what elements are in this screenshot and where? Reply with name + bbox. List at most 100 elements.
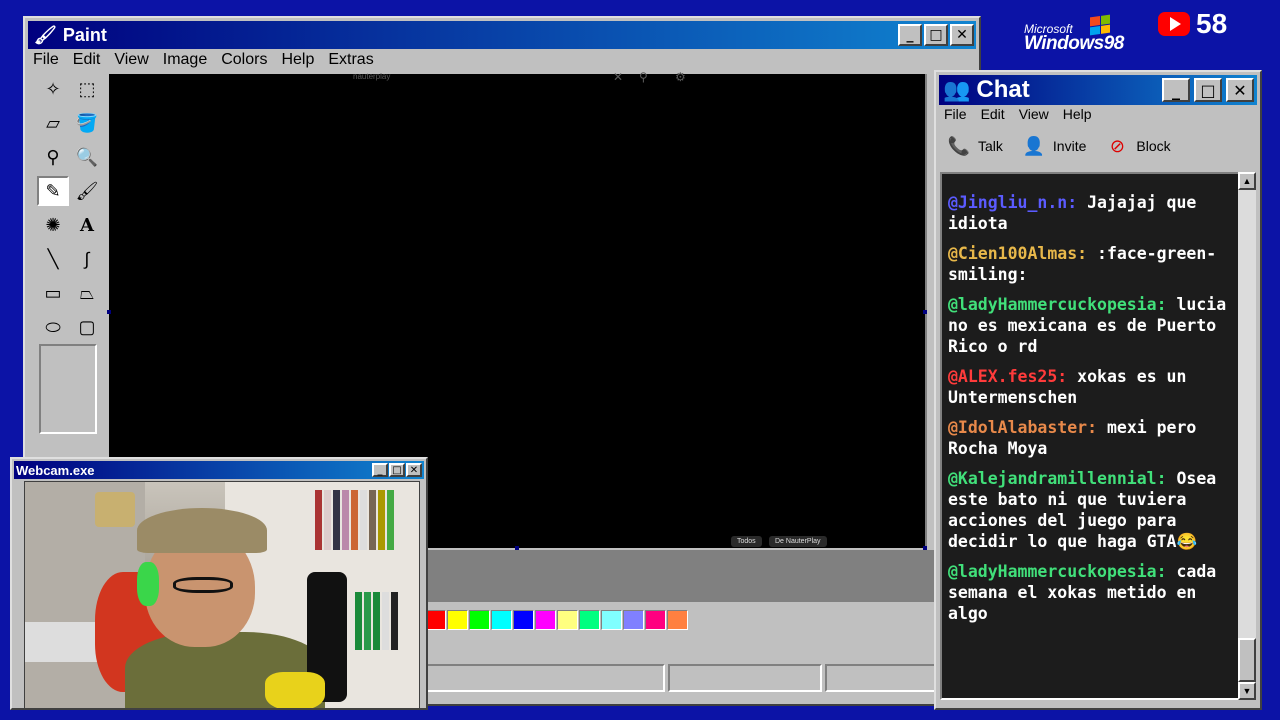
status-cell <box>825 664 937 692</box>
palette-swatch[interactable] <box>535 610 556 630</box>
line-icon[interactable]: ╲ <box>37 244 69 274</box>
invite-button[interactable]: 👤 Invite <box>1021 134 1087 158</box>
tool-options-box[interactable] <box>39 344 97 434</box>
webcam-feed <box>24 481 420 709</box>
menu-file[interactable]: File <box>944 106 967 122</box>
chat-window: 👥 Chat _ □ ✕ File Edit View Help 📞 Talk … <box>934 70 1262 710</box>
chat-username: @Cien100Almas: <box>948 244 1088 263</box>
maximize-button[interactable]: □ <box>924 24 948 46</box>
palette-swatch[interactable] <box>623 610 644 630</box>
pencil-icon[interactable]: ✎ <box>37 176 69 206</box>
palette-swatch[interactable] <box>425 610 446 630</box>
windows98-text: Windows98 <box>1024 33 1124 54</box>
chat-app-icon: 👥 <box>943 77 971 102</box>
palette-swatch[interactable] <box>667 610 688 630</box>
menu-view[interactable]: View <box>114 51 148 69</box>
palette-swatch[interactable] <box>645 610 666 630</box>
menu-image[interactable]: Image <box>163 51 207 69</box>
ellipse-icon[interactable]: ⬭ <box>37 312 69 342</box>
person-cap <box>137 508 267 553</box>
palette-swatch[interactable] <box>513 610 534 630</box>
palette-swatch[interactable] <box>601 610 622 630</box>
chat-log[interactable]: @Jingliu_n.n: Jajajaj que idiota @Cien10… <box>940 172 1244 700</box>
menu-help[interactable]: Help <box>1063 106 1092 122</box>
chat-titlebar[interactable]: 👥 Chat _ □ ✕ <box>939 75 1257 105</box>
menu-file[interactable]: File <box>33 51 59 69</box>
scroll-up-button[interactable]: ▲ <box>1238 172 1256 190</box>
chat-message: @Kalejandramillennial: Osea este bato ni… <box>948 468 1236 552</box>
menu-colors[interactable]: Colors <box>221 51 267 69</box>
rounded-rect-icon[interactable]: ▢ <box>71 312 103 342</box>
block-label: Block <box>1136 138 1171 154</box>
resize-handle[interactable] <box>107 310 111 314</box>
close-button[interactable]: ✕ <box>950 24 974 46</box>
block-button[interactable]: ⊘ Block <box>1104 134 1171 158</box>
palette-swatch[interactable] <box>491 610 512 630</box>
airbrush-icon[interactable]: ✺ <box>37 210 69 240</box>
palette-swatch[interactable] <box>447 610 468 630</box>
close-icon: ✕ <box>613 70 624 84</box>
minimize-button[interactable]: _ <box>372 463 388 477</box>
minimize-button[interactable]: _ <box>898 24 922 46</box>
palette-swatch[interactable] <box>469 610 490 630</box>
close-button[interactable]: ✕ <box>1226 78 1254 102</box>
talk-button[interactable]: 📞 Talk <box>946 134 1003 158</box>
fill-bucket-icon[interactable]: 🪣 <box>71 108 103 138</box>
scroll-thumb[interactable] <box>1238 638 1256 682</box>
chat-toolbar: 📞 Talk 👤 Invite ⊘ Block <box>946 134 1171 158</box>
paint-titlebar[interactable]: 🖌 Paint _ □ ✕ <box>28 21 976 49</box>
rectangle-icon[interactable]: ▭ <box>37 278 69 308</box>
free-select-icon[interactable]: ✧ <box>37 74 69 104</box>
chat-message: @IdolAlabaster: mexi pero Rocha Moya <box>948 417 1236 459</box>
maximize-button[interactable]: □ <box>389 463 405 477</box>
menu-edit[interactable]: Edit <box>73 51 101 69</box>
talk-icon: 📞 <box>947 135 971 156</box>
youtube-viewer-count: 58 <box>1196 8 1228 39</box>
magnifier-icon[interactable]: 🔍 <box>71 142 103 172</box>
windows-flag-icon <box>1090 14 1110 36</box>
glasses <box>173 577 233 593</box>
chat-scrollbar[interactable]: ▲ ▼ <box>1238 172 1256 700</box>
resize-handle[interactable] <box>923 310 927 314</box>
menu-view[interactable]: View <box>1019 106 1049 122</box>
paint-title: Paint <box>62 24 107 45</box>
block-icon: ⊘ <box>1109 135 1125 156</box>
chat-username: @IdolAlabaster: <box>948 418 1098 437</box>
menu-edit[interactable]: Edit <box>981 106 1005 122</box>
chat-message: @Cien100Almas: :face-green-smiling: <box>948 243 1236 285</box>
filter-chip-from: De NauterPlay <box>769 536 827 547</box>
text-tool-icon[interactable]: A <box>71 210 103 240</box>
status-cell <box>668 664 822 692</box>
books <box>355 592 398 650</box>
search-icon: ⚲ <box>639 70 648 84</box>
close-button[interactable]: ✕ <box>406 463 422 477</box>
maximize-button[interactable]: □ <box>1194 78 1222 102</box>
webcam-window: Webcam.exe _ □ ✕ <box>10 457 428 710</box>
color-picker-icon[interactable]: ⚲ <box>37 142 69 172</box>
status-bar <box>425 664 961 694</box>
palette-swatch[interactable] <box>557 610 578 630</box>
chat-username: @ladyHammercuckopesia: <box>948 562 1167 581</box>
mug <box>265 672 325 708</box>
brush-icon[interactable]: 🖌 <box>71 176 103 206</box>
menu-extras[interactable]: Extras <box>328 51 373 69</box>
chat-message: @ladyHammercuckopesia: cada semana el xo… <box>948 561 1236 624</box>
chat-username: @ladyHammercuckopesia: <box>948 295 1167 314</box>
palette-swatch[interactable] <box>579 610 600 630</box>
chat-message: @Jingliu_n.n: Jajajaj que idiota <box>948 192 1236 234</box>
color-palette <box>425 610 688 630</box>
scroll-down-button[interactable]: ▼ <box>1238 682 1256 700</box>
filter-chip-all: Todos <box>731 536 762 547</box>
curve-icon[interactable]: ∫ <box>71 244 103 274</box>
menu-help[interactable]: Help <box>281 51 314 69</box>
talk-label: Talk <box>978 138 1003 154</box>
minimize-button[interactable]: _ <box>1162 78 1190 102</box>
polygon-icon[interactable]: ⏢ <box>71 278 103 308</box>
eraser-icon[interactable]: ▱ <box>37 108 69 138</box>
rect-select-icon[interactable]: ⬚ <box>71 74 103 104</box>
webcam-titlebar[interactable]: Webcam.exe _ □ ✕ <box>14 461 424 479</box>
chat-message: @ladyHammercuckopesia: lucia no es mexic… <box>948 294 1236 357</box>
photo-frames <box>25 622 105 662</box>
invite-label: Invite <box>1052 138 1087 154</box>
paint-menubar: File Edit View Image Colors Help Extras <box>33 51 388 69</box>
